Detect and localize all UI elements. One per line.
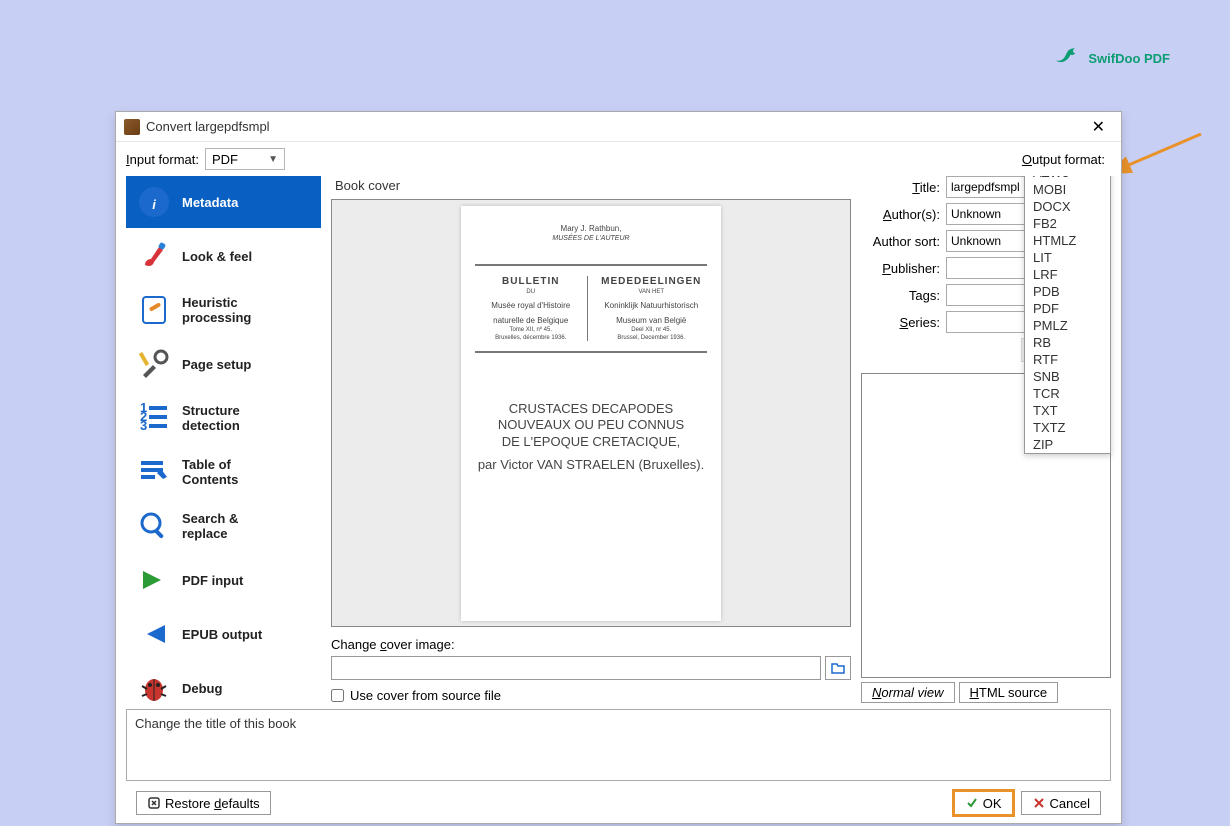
sidebar: i Metadata Look & feel Heuristic process… (126, 176, 321, 703)
sidebar-item-label: Table of Contents (182, 457, 238, 487)
tags-label: Tags: (861, 288, 940, 303)
cover-path-input[interactable] (331, 656, 821, 680)
output-format-label: Output format: (1022, 152, 1105, 167)
sidebar-item-toc[interactable]: Table of Contents (126, 446, 321, 498)
format-row: Input format: PDF ▼ Output format: (116, 142, 1121, 176)
sidebar-item-label: PDF input (182, 573, 243, 588)
dropdown-option[interactable]: SNB (1025, 368, 1110, 385)
list-123-icon: 123 (136, 400, 172, 436)
wand-icon (136, 292, 172, 328)
svg-text:i: i (152, 197, 156, 212)
titlebar: Convert largepdfsmpl ✕ (116, 112, 1121, 142)
x-icon (1032, 796, 1046, 810)
sidebar-item-label: Debug (182, 681, 222, 696)
sidebar-item-search-replace[interactable]: Search & replace (126, 500, 321, 552)
input-format-value: PDF (212, 152, 262, 167)
dropdown-option[interactable]: TCR (1025, 385, 1110, 402)
folder-open-icon (830, 660, 846, 676)
authors-label: Author(s): (861, 207, 940, 222)
restore-defaults-button[interactable]: Restore defaults (136, 791, 271, 815)
sidebar-item-label: Metadata (182, 195, 238, 210)
watermark-text: SwifDoo PDF (1088, 51, 1170, 66)
dropdown-option[interactable]: PDB (1025, 283, 1110, 300)
sidebar-item-label: Page setup (182, 357, 251, 372)
info-icon: i (136, 184, 172, 220)
close-button[interactable]: ✕ (1084, 115, 1113, 139)
change-cover-label: Change cover image: (331, 637, 851, 652)
arrow-right-icon (136, 562, 172, 598)
arrow-left-icon (136, 616, 172, 652)
sidebar-item-epub-output[interactable]: EPUB output (126, 608, 321, 660)
dropdown-option[interactable]: RB (1025, 334, 1110, 351)
watermark-logo: SwifDoo PDF (1052, 44, 1170, 72)
dropdown-option[interactable]: HTMLZ (1025, 232, 1110, 249)
dropdown-option[interactable]: DOCX (1025, 198, 1110, 215)
cover-page: Mary J. Rathbun, MUSÉES DE L'AUTEUR BULL… (461, 206, 721, 621)
center-panel: Book cover Mary J. Rathbun, MUSÉES DE L'… (331, 176, 851, 703)
sidebar-item-label: EPUB output (182, 627, 262, 642)
dropdown-option[interactable]: FB2 (1025, 215, 1110, 232)
series-label: Series: (861, 315, 940, 330)
cover-preview: Mary J. Rathbun, MUSÉES DE L'AUTEUR BULL… (331, 199, 851, 627)
sidebar-item-label: Search & replace (182, 511, 238, 541)
window-title: Convert largepdfsmpl (146, 119, 1084, 134)
check-icon (965, 796, 979, 810)
tools-icon (136, 346, 172, 382)
hint-text: Change the title of this book (126, 709, 1111, 781)
sidebar-item-label: Heuristic processing (182, 295, 251, 325)
book-cover-label: Book cover (335, 178, 851, 193)
dropdown-option[interactable]: PMLZ (1025, 317, 1110, 334)
sidebar-item-pdf-input[interactable]: PDF input (126, 554, 321, 606)
annotation-arrow (1116, 129, 1206, 189)
dropdown-option[interactable]: TXT (1025, 402, 1110, 419)
cancel-button[interactable]: Cancel (1021, 791, 1101, 815)
ok-button[interactable]: OK (954, 791, 1013, 815)
sidebar-item-label: Look & feel (182, 249, 252, 264)
metadata-panel: Title: Author(s): Author sort: Publisher… (861, 176, 1111, 703)
input-format-label: Input format: (126, 152, 199, 167)
tab-normal-view[interactable]: Normal view (861, 682, 955, 703)
tab-html-source[interactable]: HTML source (959, 682, 1059, 703)
publisher-label: Publisher: (861, 261, 940, 276)
authorsort-label: Author sort: (861, 234, 940, 249)
input-format-combo[interactable]: PDF ▼ (205, 148, 285, 170)
dropdown-option[interactable]: RTF (1025, 351, 1110, 368)
bug-icon (136, 670, 172, 703)
svg-text:3: 3 (140, 418, 147, 433)
search-icon (136, 508, 172, 544)
dropdown-option[interactable]: MOBI (1025, 181, 1110, 198)
use-cover-checkbox[interactable] (331, 689, 344, 702)
dropdown-option[interactable]: LIT (1025, 249, 1110, 266)
dropdown-option[interactable]: PDF (1025, 300, 1110, 317)
sidebar-item-metadata[interactable]: i Metadata (126, 176, 321, 228)
output-format-dropdown[interactable]: EPUB AZW3 MOBI DOCX FB2 HTMLZ LIT LRF PD… (1024, 176, 1111, 454)
toc-icon (136, 454, 172, 490)
bird-icon (1052, 44, 1080, 72)
title-label: Title: (861, 180, 940, 195)
dropdown-option[interactable]: ZIP (1025, 436, 1110, 453)
reset-icon (147, 796, 161, 810)
dialog-window: Convert largepdfsmpl ✕ Input format: PDF… (115, 111, 1122, 824)
chevron-down-icon: ▼ (268, 154, 278, 165)
dropdown-option[interactable]: LRF (1025, 266, 1110, 283)
sidebar-item-heuristic[interactable]: Heuristic processing (126, 284, 321, 336)
sidebar-item-debug[interactable]: Debug (126, 662, 321, 703)
sidebar-item-label: Structure detection (182, 403, 240, 433)
sidebar-item-structure[interactable]: 123 Structure detection (126, 392, 321, 444)
sidebar-item-page-setup[interactable]: Page setup (126, 338, 321, 390)
dropdown-option[interactable]: TXTZ (1025, 419, 1110, 436)
brush-icon (136, 238, 172, 274)
sidebar-item-look-feel[interactable]: Look & feel (126, 230, 321, 282)
app-icon (124, 119, 140, 135)
browse-button[interactable] (825, 656, 851, 680)
use-cover-label: Use cover from source file (350, 688, 501, 703)
